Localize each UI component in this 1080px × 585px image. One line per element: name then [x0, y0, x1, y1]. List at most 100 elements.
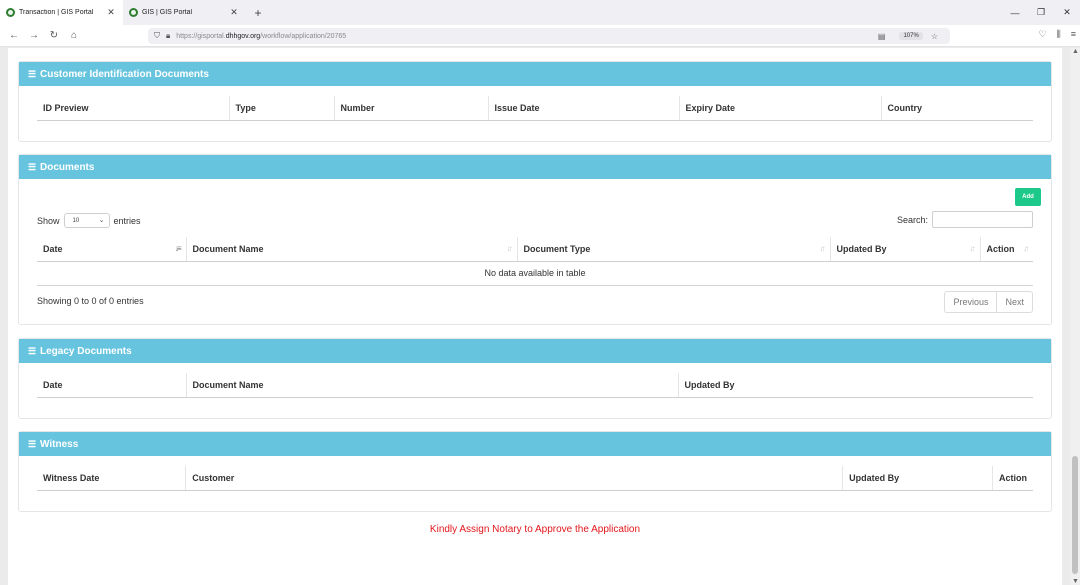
- plus-icon[interactable]: +: [250, 6, 266, 20]
- column-header[interactable]: Customer: [185, 466, 844, 491]
- panel-title: Legacy Documents: [40, 345, 132, 357]
- menu-icon[interactable]: ≡: [1071, 29, 1076, 40]
- address-bar[interactable]: ⛉ 🔒︎ https://gisportal. dhhgov.org/workfl…: [148, 28, 950, 44]
- column-header-document-name[interactable]: Document Name ↓↑: [186, 237, 518, 262]
- witness-panel: ☰ Witness Witness Date Customer Updated …: [18, 431, 1052, 512]
- column-header[interactable]: Action: [992, 466, 1033, 491]
- customer-id-table: ID Preview Type Number Issue Date Expiry…: [37, 96, 1033, 121]
- column-label: Document Name: [192, 243, 264, 254]
- lock-icon[interactable]: 🔒︎: [166, 31, 170, 41]
- column-header[interactable]: Document Name: [186, 373, 679, 398]
- customer-id-panel: ☰ Customer Identification Documents ID P…: [18, 61, 1052, 142]
- list-icon: ☰: [28, 345, 37, 356]
- column-header-action[interactable]: Action ↓↑: [980, 237, 1033, 262]
- toolbar-right: ♡ ⫼ ≡: [1039, 29, 1076, 40]
- url-path: /workflow/application/20765: [260, 32, 347, 40]
- browser-nav-bar: ← → ↻ ⌂ ⛉ 🔒︎ https://gisportal. dhhgov.or…: [0, 25, 1080, 47]
- column-header[interactable]: Date: [37, 373, 187, 398]
- panel-title: Customer Identification Documents: [40, 68, 209, 80]
- library-icon[interactable]: ⫼: [1057, 29, 1061, 40]
- home-icon[interactable]: ⌂: [64, 30, 84, 41]
- restore-icon[interactable]: ❐: [1028, 0, 1054, 25]
- table-info: Showing 0 to 0 of 0 entries: [37, 296, 144, 306]
- scroll-up-icon[interactable]: ▲: [1072, 48, 1079, 55]
- column-label: Date: [43, 243, 63, 254]
- entries-label: entries: [113, 215, 141, 226]
- close-window-icon[interactable]: ✕: [1054, 0, 1080, 25]
- legacy-documents-table: Date Document Name Updated By: [37, 373, 1033, 398]
- sort-icon: ↓↑: [969, 244, 976, 253]
- sort-desc-icon: ↓≡: [174, 244, 182, 253]
- list-icon: ☰: [28, 68, 37, 79]
- sort-icon: ↓↑: [1023, 244, 1029, 253]
- next-page-button[interactable]: Next: [997, 292, 1032, 312]
- column-header[interactable]: Witness Date: [37, 466, 187, 491]
- reader-view-icon[interactable]: ▤: [878, 32, 886, 41]
- page-scrollbar[interactable]: ▲ ▼: [1070, 48, 1080, 585]
- show-label: Show: [37, 215, 60, 226]
- page-viewport: ☰ Customer Identification Documents ID P…: [0, 48, 1070, 585]
- column-header[interactable]: Country: [881, 96, 1033, 121]
- page-length-select[interactable]: 10 ⌄: [63, 213, 110, 228]
- column-header[interactable]: Updated By: [678, 373, 1033, 398]
- column-header-date[interactable]: Date ↓≡: [37, 237, 187, 262]
- search-label: Search:: [896, 214, 928, 225]
- panel-header: ☰ Customer Identification Documents: [19, 62, 1051, 86]
- close-tab-icon[interactable]: ✕: [228, 7, 240, 18]
- previous-page-button[interactable]: Previous: [945, 292, 998, 312]
- column-header[interactable]: Number: [334, 96, 489, 121]
- column-header-updated-by[interactable]: Updated By ↓↑: [830, 237, 981, 262]
- gis-favicon-icon: [129, 8, 138, 17]
- scroll-down-icon[interactable]: ▼: [1072, 578, 1079, 585]
- chevron-down-icon: ⌄: [98, 217, 105, 224]
- close-tab-icon[interactable]: ✕: [105, 7, 117, 18]
- forward-arrow-icon[interactable]: →: [24, 30, 44, 41]
- pocket-icon[interactable]: ♡: [1039, 29, 1047, 40]
- column-header[interactable]: Type: [229, 96, 335, 121]
- column-header[interactable]: ID Preview: [37, 96, 230, 121]
- scrollbar-thumb[interactable]: [1072, 456, 1078, 574]
- window-controls: — ❐ ✕: [1002, 0, 1080, 25]
- minimize-icon[interactable]: —: [1002, 0, 1028, 25]
- list-icon: ☰: [28, 438, 37, 449]
- application-card: ☰ Customer Identification Documents ID P…: [8, 48, 1062, 585]
- panel-title: Witness: [40, 438, 79, 450]
- witness-table: Witness Date Customer Updated By Action: [37, 466, 1033, 491]
- list-icon: ☰: [28, 161, 37, 172]
- add-document-button[interactable]: Add: [1015, 188, 1041, 206]
- zoom-level[interactable]: 107%: [899, 32, 923, 40]
- browser-tab-bar: Transaction | GIS Portal ✕ GIS | GIS Por…: [0, 0, 1080, 25]
- empty-row: No data available in table: [37, 261, 1033, 286]
- reload-icon[interactable]: ↻: [44, 30, 64, 41]
- legacy-documents-panel: ☰ Legacy Documents Date Document Name Up…: [18, 338, 1052, 419]
- tab-title: Transaction | GIS Portal: [19, 9, 94, 16]
- column-label: Updated By: [836, 243, 887, 254]
- pagination: Previous Next: [944, 291, 1033, 313]
- notary-notice: Kindly Assign Notary to Approve the Appl…: [429, 524, 641, 535]
- page-length-control: Show 10 ⌄ entries: [37, 213, 141, 228]
- back-arrow-icon[interactable]: ←: [4, 30, 24, 41]
- browser-tab-gis[interactable]: GIS | GIS Portal ✕: [123, 0, 246, 25]
- sort-icon: ↓↑: [506, 244, 513, 253]
- page-length-value: 10: [72, 217, 80, 224]
- panel-title: Documents: [40, 161, 95, 173]
- browser-tab-transaction[interactable]: Transaction | GIS Portal ✕: [0, 0, 123, 25]
- column-header[interactable]: Updated By: [842, 466, 993, 491]
- panel-header: ☰ Legacy Documents: [19, 339, 1051, 363]
- column-header[interactable]: Issue Date: [488, 96, 680, 121]
- gis-favicon-icon: [6, 8, 15, 17]
- documents-panel: ☰ Documents Add Show 10 ⌄ entries Search…: [18, 154, 1052, 325]
- panel-header: ☰ Documents: [19, 155, 1051, 179]
- column-header[interactable]: Expiry Date: [679, 96, 882, 121]
- tab-title: GIS | GIS Portal: [142, 9, 193, 16]
- panel-header: ☰ Witness: [19, 432, 1051, 456]
- sort-icon: ↓↑: [819, 244, 826, 253]
- column-label: Action: [986, 243, 1015, 254]
- column-header-document-type[interactable]: Document Type ↓↑: [517, 237, 831, 262]
- search-input[interactable]: [932, 211, 1033, 228]
- column-label: Document Type: [523, 243, 591, 254]
- bookmark-star-icon[interactable]: ☆: [931, 32, 938, 41]
- documents-table: Date ↓≡ Document Name ↓↑ Document Type ↓…: [37, 237, 1033, 286]
- shield-icon[interactable]: ⛉: [154, 31, 160, 41]
- empty-table-message: No data available in table: [37, 261, 1033, 286]
